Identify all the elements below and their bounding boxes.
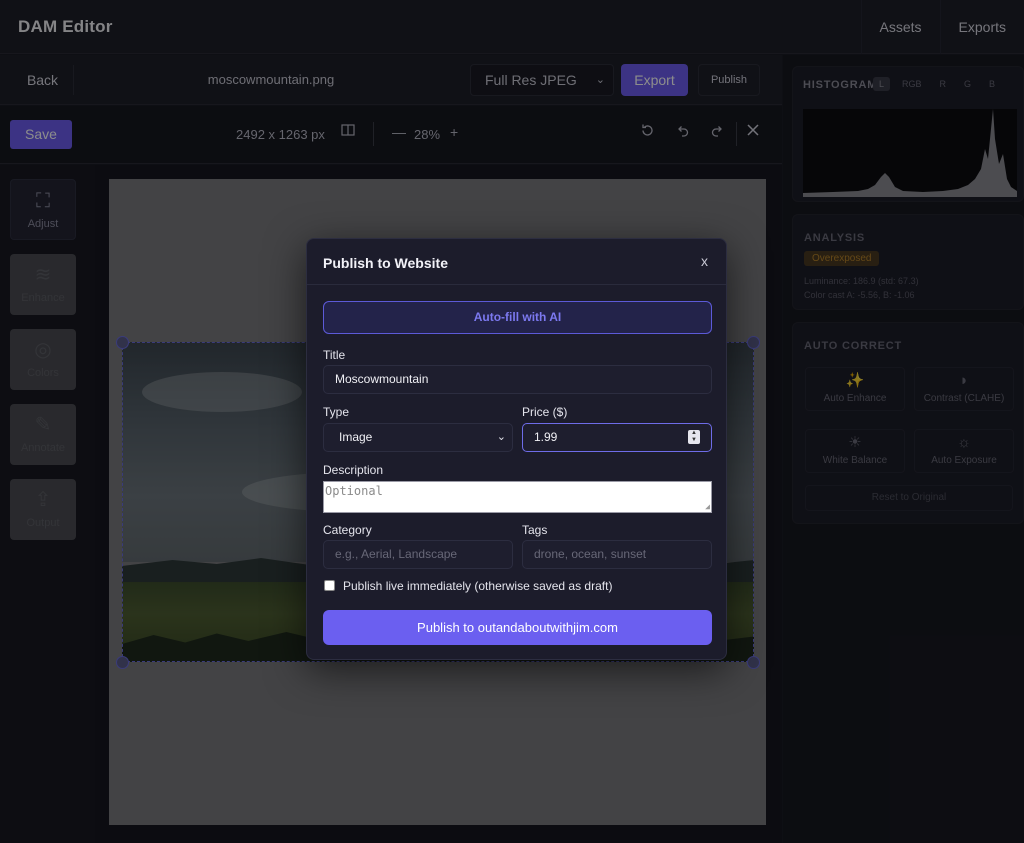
auto-fill-ai-button[interactable]: Auto-fill with AI [323, 301, 712, 334]
publish-live-label[interactable]: Publish live immediately (otherwise save… [343, 579, 612, 593]
title-input[interactable]: Moscowmountain [323, 365, 712, 394]
chevron-down-icon: ⌄ [496, 431, 506, 443]
dialog-title: Publish to Website [323, 255, 448, 271]
category-label: Category [323, 523, 372, 537]
title-label: Title [323, 348, 346, 362]
type-value: Image [339, 430, 373, 444]
publish-live-checkbox[interactable] [324, 580, 335, 591]
description-placeholder: Optional [325, 484, 383, 498]
price-value: 1.99 [534, 430, 558, 444]
tags-label: Tags [522, 523, 548, 537]
publish-submit-button[interactable]: Publish to outandaboutwithjim.com [323, 610, 712, 645]
price-input[interactable]: 1.99 ▲ ▼ [522, 423, 712, 452]
close-icon[interactable]: x [701, 253, 708, 269]
type-select[interactable]: Image ⌄ [323, 423, 513, 452]
number-stepper-icon[interactable]: ▲ ▼ [688, 430, 700, 444]
dialog-header: Publish to Website x [307, 239, 726, 285]
tags-input[interactable]: drone, ocean, sunset [522, 540, 712, 569]
resize-grip-icon[interactable]: ◢ [705, 503, 710, 511]
type-label: Type [323, 405, 350, 419]
price-label: Price ($) [522, 405, 568, 419]
publish-dialog: Publish to Website x Auto-fill with AI T… [306, 238, 727, 660]
category-input[interactable]: e.g., Aerial, Landscape [323, 540, 513, 569]
description-label: Description [323, 463, 384, 477]
description-textarea[interactable]: Optional ◢ [323, 481, 712, 513]
